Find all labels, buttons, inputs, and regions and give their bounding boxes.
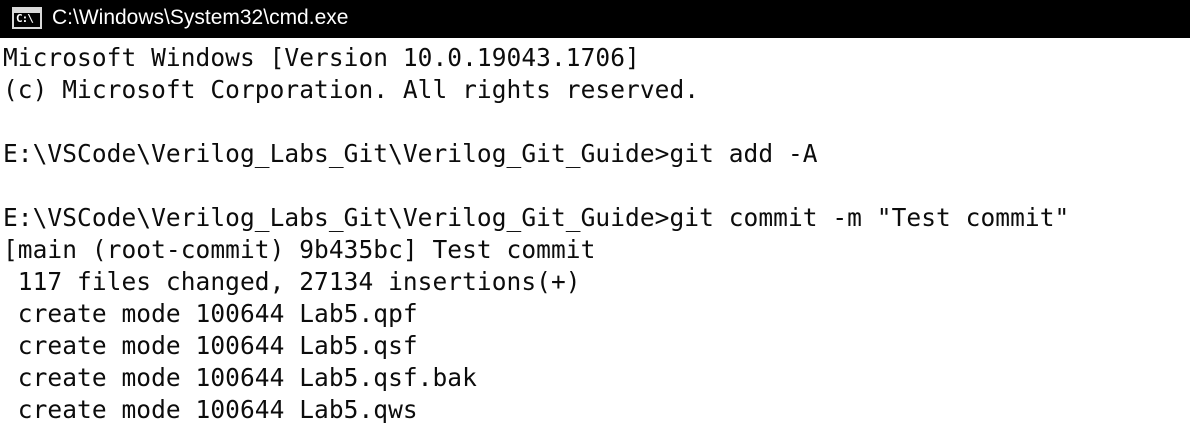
console-line-files-changed: 117 files changed, 27134 insertions(+)	[3, 267, 581, 296]
console-output[interactable]: Microsoft Windows [Version 10.0.19043.17…	[0, 42, 1190, 431]
title-bar[interactable]: C:\ C:\Windows\System32\cmd.exe	[0, 0, 1190, 38]
cmd-icon-prompt: C:\	[16, 12, 34, 25]
console-line-create-mode: create mode 100644 Lab5.qpf	[3, 299, 418, 328]
cmd-icon[interactable]: C:\	[12, 7, 42, 29]
console-line-blank	[0, 170, 1190, 202]
console-line-create-mode: create mode 100644 Lab5.qsf.bak	[3, 363, 477, 392]
console-line-create-mode: create mode 100644 Lab5.qsf	[3, 331, 418, 360]
console-line-commit-result: [main (root-commit) 9b435bc] Test commit	[3, 235, 596, 264]
console-line-copyright: (c) Microsoft Corporation. All rights re…	[3, 75, 700, 104]
console-line-blank	[0, 106, 1190, 138]
console-line-git-commit: E:\VSCode\Verilog_Labs_Git\Verilog_Git_G…	[3, 203, 1070, 232]
console-line-git-add: E:\VSCode\Verilog_Labs_Git\Verilog_Git_G…	[3, 139, 818, 168]
window-title: C:\Windows\System32\cmd.exe	[52, 6, 349, 29]
cmd-window: C:\ C:\Windows\System32\cmd.exe Microsof…	[0, 0, 1190, 431]
console-line-create-mode: create mode 100644 Lab5.qws	[3, 395, 418, 424]
console-line-version: Microsoft Windows [Version 10.0.19043.17…	[3, 43, 640, 72]
